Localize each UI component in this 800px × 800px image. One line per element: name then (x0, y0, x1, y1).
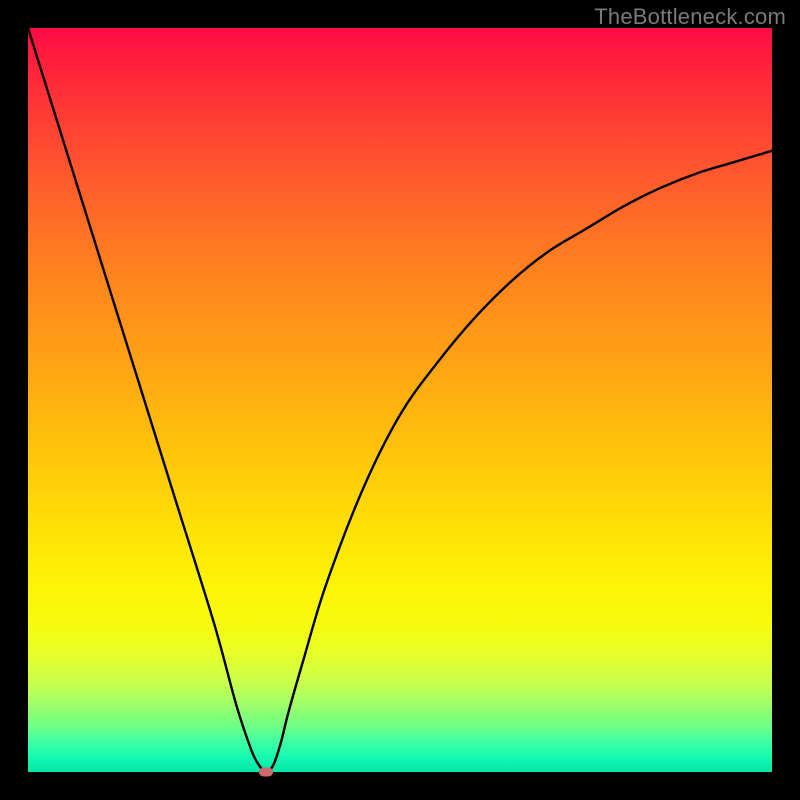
watermark-text: TheBottleneck.com (594, 4, 786, 30)
chart-frame: TheBottleneck.com (0, 0, 800, 800)
bottleneck-curve (28, 28, 772, 772)
minimum-marker (259, 768, 273, 777)
plot-area (28, 28, 772, 772)
